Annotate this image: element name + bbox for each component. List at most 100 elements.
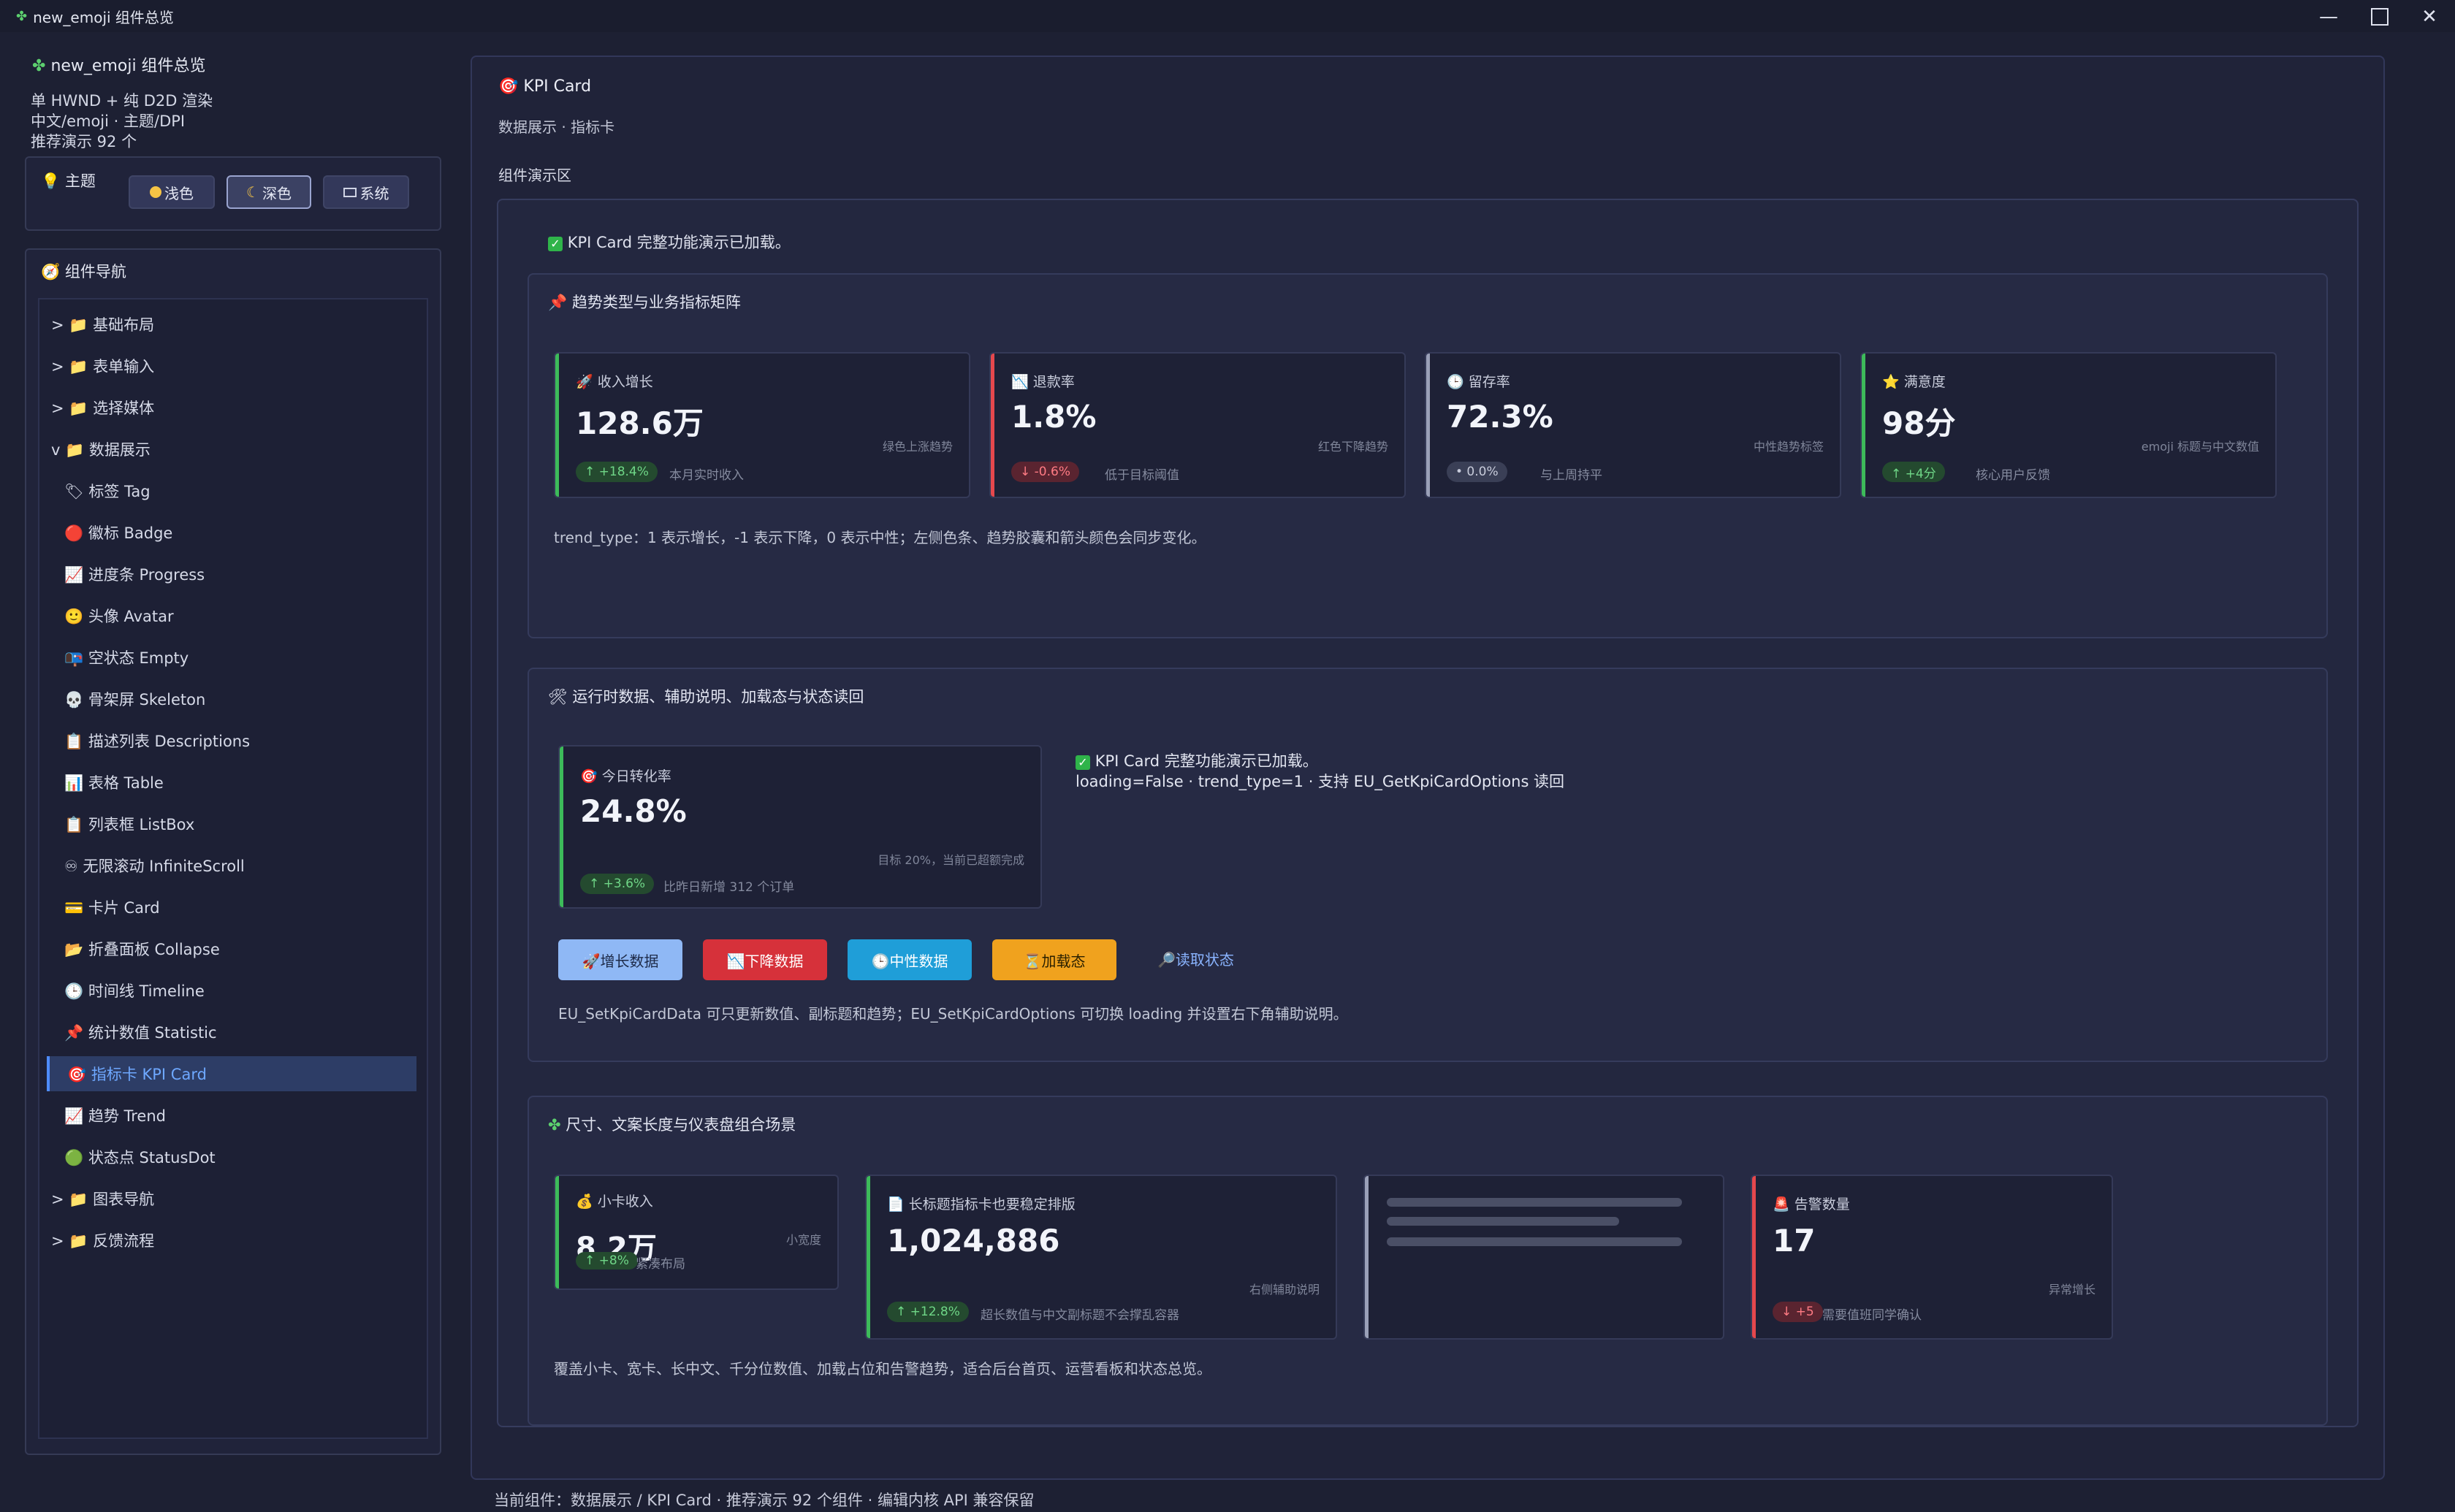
loading-state-button[interactable]: ⏳加载态 — [992, 939, 1116, 980]
kpi-card[interactable]: 🕒 留存率 72.3% 中性趋势标签 • 0.0% 与上周持平 — [1425, 352, 1841, 498]
kpi-card-conversion[interactable]: 🎯 今日转化率 24.8% 目标 20%，当前已超额完成 ↑ +3.6% 比昨日… — [558, 745, 1042, 909]
theme-system-button[interactable]: 系统 — [323, 175, 409, 209]
section-trend-title: 📌 趋势类型与业务指标矩阵 — [548, 294, 741, 311]
minimize-button[interactable]: — — [2303, 3, 2354, 31]
theme-light-button[interactable]: 浅色 — [129, 175, 215, 209]
minimize-icon: — — [2319, 6, 2338, 28]
kpi-trend-pill: ↑ +12.8% — [887, 1302, 969, 1322]
check-icon: ✓ — [548, 237, 563, 251]
sidebar-desc-line: 单 HWND + 纯 D2D 渲染 — [31, 92, 213, 110]
nav-item[interactable]: ♾ 无限滚动 InfiniteScroll — [64, 848, 430, 883]
kpi-note: 核心用户反馈 — [1976, 468, 2050, 483]
status-line: loading=False · trend_type=1 · 支持 EU_Get… — [1076, 773, 1565, 790]
kpi-card[interactable]: 📉 退款率 1.8% 红色下降趋势 ↓ -0.6% 低于目标阈值 — [989, 352, 1406, 498]
kpi-note: 超长数值与中文副标题不会撑乱容器 — [981, 1308, 1179, 1323]
nav-item[interactable]: 📭 空状态 Empty — [64, 640, 430, 675]
window-titlebar: ✤ new_emoji 组件总览 — [0, 0, 2455, 32]
nav-item[interactable]: > 📁 表单输入 — [51, 348, 416, 383]
nav-item[interactable]: 🎯 指标卡 KPI Card — [47, 1056, 416, 1091]
kpi-card[interactable]: ⭐ 满意度 98分 emoji 标题与中文数值 ↑ +4分 核心用户反馈 — [1860, 352, 2277, 498]
section-runtime-title: 🛠 运行时数据、辅助说明、加载态与状态读回 — [548, 688, 864, 706]
kpi-label: 🚨 告警数量 — [1773, 1196, 1850, 1213]
sun-icon — [150, 186, 161, 198]
kpi-note: 比昨日新增 312 个订单 — [663, 880, 795, 895]
kpi-value: 128.6万 — [576, 405, 704, 441]
kpi-note: 需要值班同学确认 — [1822, 1308, 1922, 1323]
kpi-card-small[interactable]: 💰 小卡收入 8.2万 小宽度 ↑ +8% 紧凑布局 — [554, 1175, 839, 1290]
nav-item[interactable]: 📌 统计数值 Statistic — [64, 1015, 430, 1050]
nav-item[interactable]: 🕒 时间线 Timeline — [64, 973, 430, 1008]
sidebar-description: 单 HWND + 纯 D2D 渲染 中文/emoji · 主题/DPI 推荐演示… — [31, 91, 213, 152]
decline-data-button[interactable]: 📉下降数据 — [703, 939, 827, 980]
maximize-button[interactable] — [2354, 3, 2405, 31]
pin-icon: 📌 — [548, 294, 568, 311]
kpi-trend-bar — [1862, 354, 1865, 497]
kpi-card-wide[interactable]: 📄 长标题指标卡也要稳定排版 1,024,886 右侧辅助说明 ↑ +12.8%… — [865, 1175, 1337, 1340]
nav-item[interactable]: > 📁 反馈流程 — [51, 1223, 416, 1258]
sidebar-app-title: ✤ new_emoji 组件总览 — [32, 57, 206, 75]
kpi-trend-pill: ↑ +8% — [576, 1252, 638, 1269]
kpi-trend-pill: ↓ -0.6% — [1011, 462, 1079, 482]
kpi-note: 紧凑布局 — [636, 1257, 685, 1272]
clock-icon: 🕒 — [1447, 374, 1464, 390]
kpi-value: 17 — [1773, 1223, 1816, 1259]
kpi-value: 98分 — [1882, 405, 1956, 441]
kpi-card-alert[interactable]: 🚨 告警数量 17 异常增长 ↓ +5 需要值班同学确认 — [1751, 1175, 2113, 1340]
sidebar-desc-line: 中文/emoji · 主题/DPI — [31, 112, 186, 130]
nav-item[interactable]: 📋 列表框 ListBox — [64, 806, 430, 841]
kpi-value: 24.8% — [580, 793, 687, 829]
theme-dark-button[interactable]: ☾ 深色 — [227, 175, 311, 209]
growth-data-button[interactable]: 🚀增长数据 — [558, 939, 682, 980]
nav-item[interactable]: 📈 趋势 Trend — [64, 1098, 430, 1133]
kpi-trend-pill: ↑ +18.4% — [576, 462, 658, 482]
kpi-subtitle: 红色下降趋势 — [1317, 440, 1388, 454]
kpi-trend-pill: ↑ +4分 — [1882, 462, 1945, 482]
kpi-trend-pill: • 0.0% — [1447, 462, 1507, 482]
kpi-note: 低于目标阈值 — [1105, 468, 1179, 483]
neutral-data-button[interactable]: 🕒中性数据 — [848, 939, 972, 980]
tools-icon: 🛠 — [548, 688, 568, 706]
nav-item[interactable]: 💳 卡片 Card — [64, 890, 430, 925]
kpi-subtitle: emoji 标题与中文数值 — [2141, 440, 2259, 454]
puzzle-icon: ✤ — [548, 1116, 561, 1134]
nav-item[interactable]: v 📁 数据展示 — [51, 432, 416, 467]
kpi-trend-bar — [1426, 354, 1430, 497]
nav-item[interactable]: 🔴 徽标 Badge — [64, 515, 430, 550]
nav-item[interactable]: 🟢 状态点 StatusDot — [64, 1139, 430, 1175]
demo-area-label: 组件演示区 — [498, 167, 571, 184]
target-icon: 🎯 — [498, 77, 519, 96]
kpi-label: ⭐ 满意度 — [1882, 374, 1946, 390]
nav-item[interactable]: 📊 表格 Table — [64, 765, 430, 800]
target-icon: 🎯 — [580, 768, 598, 784]
theme-icon: 💡 — [41, 172, 61, 190]
alarm-icon: 🚨 — [1773, 1196, 1790, 1213]
runtime-description: EU_SetKpiCardData 可只更新数值、副标题和趋势；EU_SetKp… — [558, 1005, 1348, 1023]
nav-item[interactable]: > 📁 选择媒体 — [51, 390, 416, 425]
nav-item[interactable]: 📈 进度条 Progress — [64, 557, 430, 592]
nav-item[interactable]: 🏷 标签 Tag — [64, 473, 430, 508]
nav-item[interactable]: 🙂 头像 Avatar — [64, 598, 430, 633]
moon-icon: ☾ — [246, 183, 259, 201]
kpi-value: 1,024,886 — [887, 1223, 1060, 1259]
kpi-label: 🕒 留存率 — [1447, 374, 1510, 390]
runtime-status: ✓ KPI Card 完整功能演示已加载。 loading=False · tr… — [1076, 751, 1564, 792]
nav-item[interactable]: 💀 骨架屏 Skeleton — [64, 681, 430, 717]
kpi-trend-bar — [560, 747, 563, 907]
page-subtitle: 数据展示 · 指标卡 — [498, 118, 615, 136]
kpi-card-loading[interactable] — [1363, 1175, 1724, 1340]
nav-item[interactable]: > 📁 基础布局 — [51, 307, 416, 342]
theme-title: 💡 主题 — [41, 172, 96, 190]
sizes-description: 覆盖小卡、宽卡、长中文、千分位数值、加载占位和告警趋势，适合后台首页、运营看板和… — [554, 1360, 1211, 1378]
kpi-subtitle: 小宽度 — [785, 1233, 821, 1247]
nav-item[interactable]: 📂 折叠面板 Collapse — [64, 931, 430, 966]
kpi-trend-bar — [555, 354, 559, 497]
kpi-subtitle: 右侧辅助说明 — [1249, 1283, 1320, 1297]
nav-item[interactable]: 📋 描述列表 Descriptions — [64, 723, 430, 758]
kpi-trend-bar — [867, 1176, 870, 1338]
status-bar: 当前组件：数据展示 / KPI Card · 推荐演示 92 个组件 · 编辑内… — [494, 1492, 1035, 1509]
close-button[interactable]: ✕ — [2404, 3, 2455, 31]
kpi-card[interactable]: 🚀 收入增长 128.6万 绿色上涨趋势 ↑ +18.4% 本月实时收入 — [554, 352, 970, 498]
read-state-link[interactable]: 🔎读取状态 — [1157, 948, 1234, 969]
star-icon: ⭐ — [1882, 374, 1900, 390]
nav-item[interactable]: > 📁 图表导航 — [51, 1181, 416, 1216]
